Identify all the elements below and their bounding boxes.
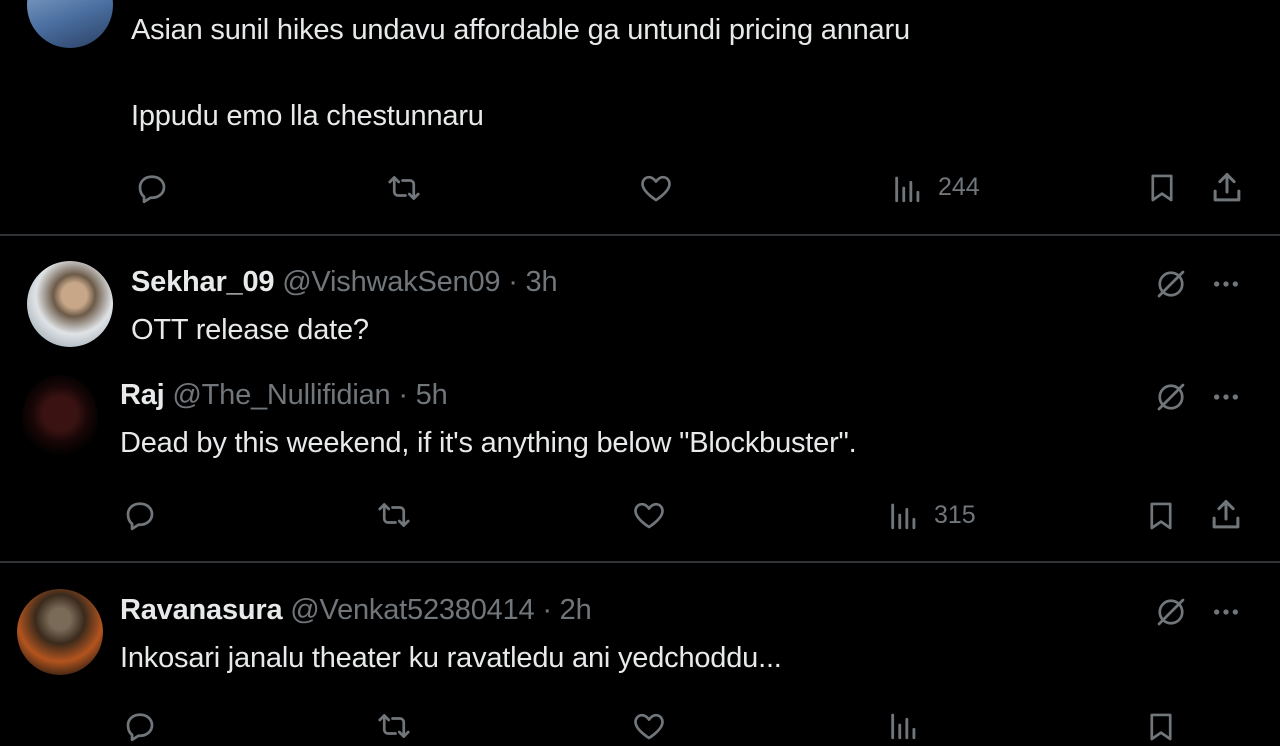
post-text: Inkosari janalu theater ku ravatledu ani… bbox=[120, 642, 782, 674]
like-icon[interactable] bbox=[637, 170, 675, 206]
like-icon[interactable] bbox=[630, 708, 668, 744]
views-icon[interactable] bbox=[887, 708, 921, 742]
post-divider bbox=[0, 561, 1280, 563]
more-icon[interactable] bbox=[1209, 596, 1243, 628]
avatar[interactable] bbox=[22, 375, 98, 461]
separator: · bbox=[542, 594, 552, 626]
post-header: Raj @The_Nullifidian · 5h bbox=[120, 379, 448, 412]
avatar[interactable] bbox=[27, 0, 113, 48]
author-name[interactable]: Ravanasura bbox=[120, 594, 283, 626]
separator: · bbox=[508, 266, 518, 298]
reply-icon[interactable] bbox=[122, 497, 158, 533]
post-time[interactable]: 3h bbox=[526, 266, 558, 298]
post-time[interactable]: 2h bbox=[560, 594, 592, 626]
post-time[interactable]: 5h bbox=[416, 379, 448, 411]
bookmark-icon[interactable] bbox=[1144, 497, 1178, 535]
grok-icon[interactable] bbox=[1153, 266, 1189, 302]
bookmark-icon[interactable] bbox=[1144, 708, 1178, 746]
grok-icon[interactable] bbox=[1153, 594, 1189, 630]
repost-icon[interactable] bbox=[375, 497, 413, 533]
more-icon[interactable] bbox=[1209, 381, 1243, 413]
separator: · bbox=[398, 379, 408, 411]
avatar[interactable] bbox=[27, 261, 113, 347]
views-icon[interactable] bbox=[887, 498, 921, 532]
views-count: 315 bbox=[934, 501, 976, 529]
post-divider bbox=[0, 234, 1280, 236]
views-icon[interactable] bbox=[891, 171, 925, 205]
post-text: Dead by this weekend, if it's anything b… bbox=[120, 427, 857, 459]
author-name[interactable]: Sekhar_09 bbox=[131, 266, 275, 298]
post-text: Asian sunil hikes undavu affordable ga u… bbox=[131, 14, 910, 46]
post-text: OTT release date? bbox=[131, 314, 369, 346]
reply-icon[interactable] bbox=[122, 708, 158, 744]
like-icon[interactable] bbox=[630, 497, 668, 533]
grok-icon[interactable] bbox=[1153, 379, 1189, 415]
reply-icon[interactable] bbox=[134, 170, 170, 206]
post-text: Ippudu emo lla chestunnaru bbox=[131, 100, 484, 132]
repost-icon[interactable] bbox=[385, 170, 423, 206]
share-icon[interactable] bbox=[1208, 169, 1246, 207]
author-handle[interactable]: @Venkat52380414 bbox=[290, 594, 534, 626]
repost-icon[interactable] bbox=[375, 708, 413, 744]
more-icon[interactable] bbox=[1209, 268, 1243, 300]
author-handle[interactable]: @The_Nullifidian bbox=[172, 379, 390, 411]
post-header: Ravanasura @Venkat52380414 · 2h bbox=[120, 594, 592, 627]
author-name[interactable]: Raj bbox=[120, 379, 165, 411]
author-handle[interactable]: @VishwakSen09 bbox=[282, 266, 500, 298]
share-icon[interactable] bbox=[1207, 496, 1245, 534]
avatar[interactable] bbox=[17, 589, 103, 675]
post-header: Sekhar_09 @VishwakSen09 · 3h bbox=[131, 266, 558, 299]
bookmark-icon[interactable] bbox=[1145, 169, 1179, 207]
views-count: 244 bbox=[938, 173, 980, 201]
